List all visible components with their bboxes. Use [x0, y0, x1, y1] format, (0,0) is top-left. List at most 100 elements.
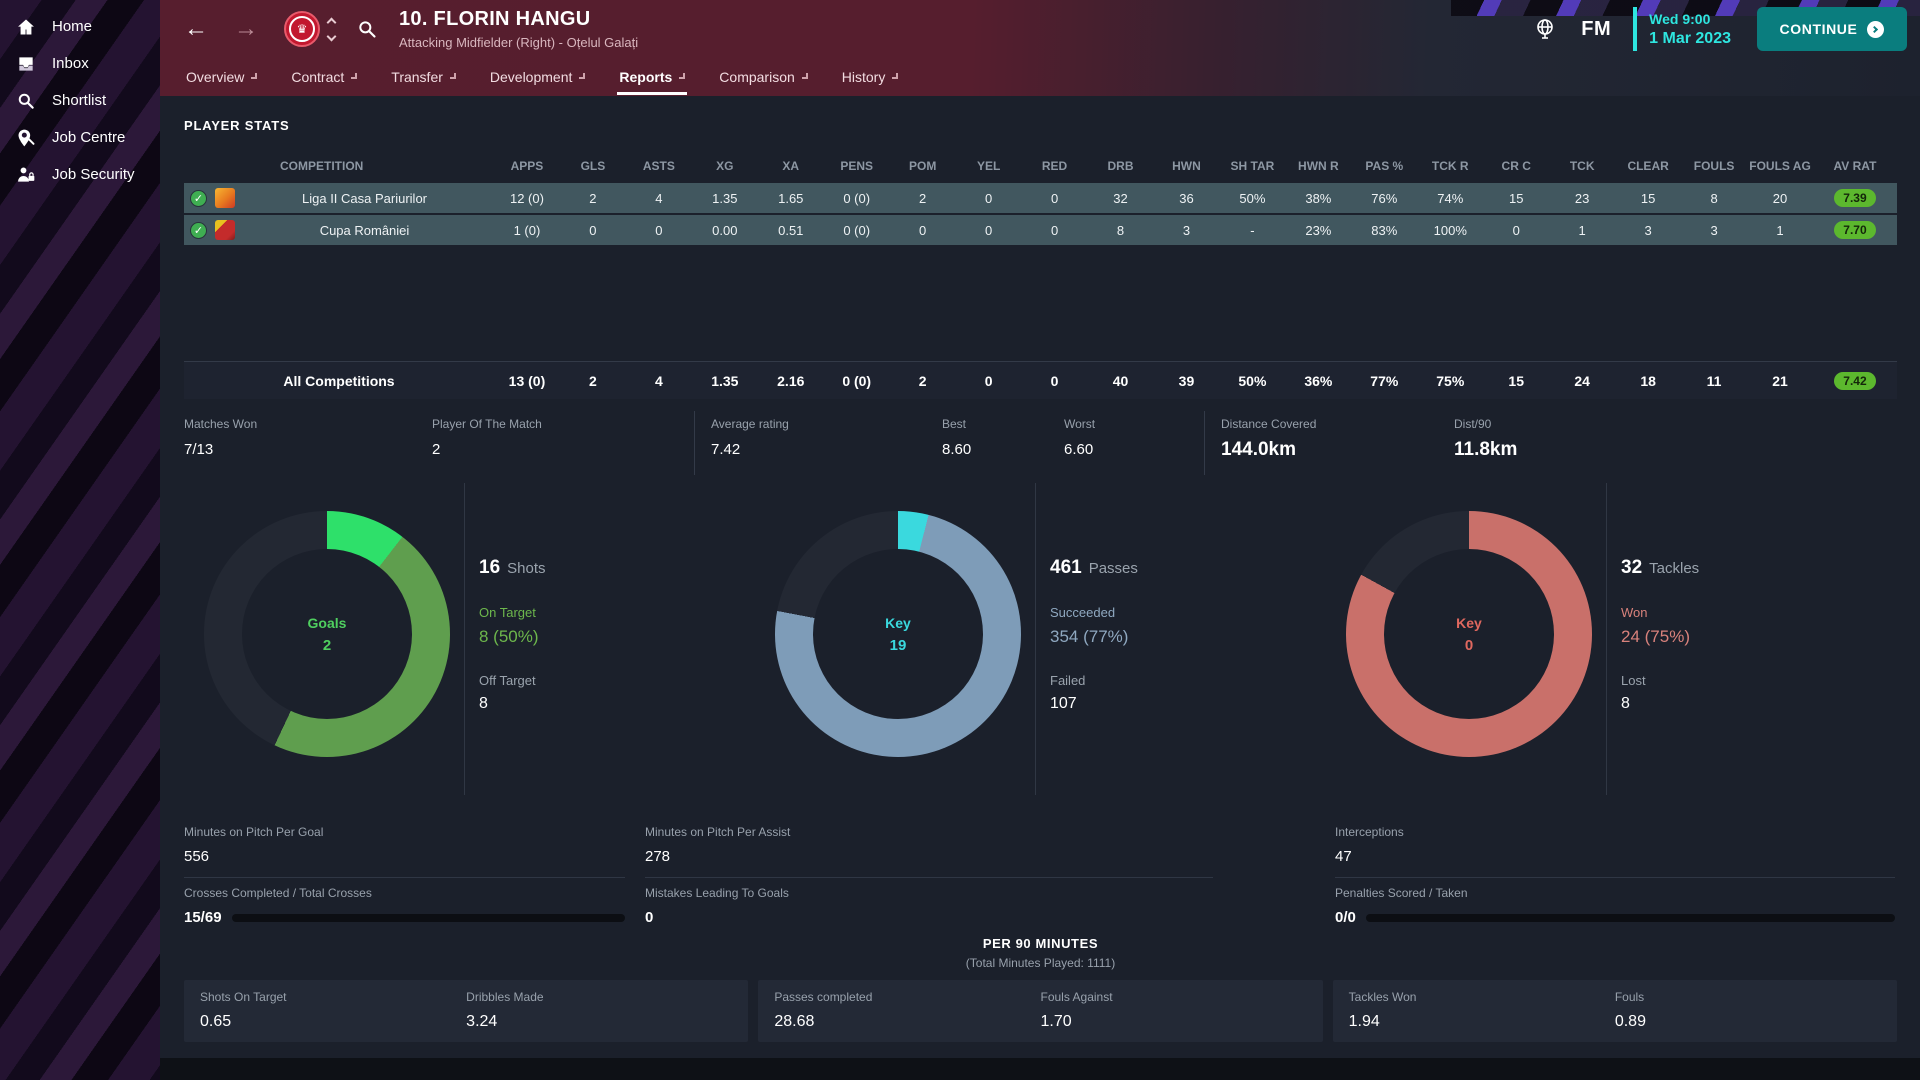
tab-bar: Overview Contract Transfer Development Repor… [160, 58, 1920, 96]
column-header-cr-c[interactable]: CR C [1483, 159, 1549, 173]
stat-cell: 0 [985, 190, 993, 206]
column-header-competition[interactable]: COMPETITION [184, 159, 494, 173]
bottom-band [160, 1058, 1920, 1080]
stat-sub2-value: 8 [479, 695, 488, 712]
stat-sub2-label: Lost [1621, 673, 1646, 688]
column-header-xa[interactable]: XA [758, 159, 824, 173]
rating-cell: 7.70 [1813, 221, 1897, 239]
stat-cell: 77% [1370, 372, 1399, 389]
table-header-row: COMPETITION APPS GLS ASTS XG XA PENS POM YEL RED D… [184, 149, 1897, 183]
column-header-av-rat[interactable]: AV RAT [1813, 159, 1897, 173]
rating-badge: 7.70 [1833, 221, 1876, 239]
stat-cell: 2 [918, 372, 927, 389]
stat-cell: 2.16 [777, 372, 805, 389]
per90-stat-dribbles-made: Dribbles Made 3.24 [466, 990, 544, 1030]
selected-check-icon[interactable]: ✓ [190, 189, 207, 207]
metric-crosses-completed-total-crosses: Crosses Completed / Total Crosses 15/69 [184, 878, 625, 926]
tab-development[interactable]: Development [488, 58, 588, 96]
continue-button[interactable]: CONTINUE [1757, 7, 1907, 51]
sidebar-item-inbox[interactable]: Inbox [0, 45, 160, 82]
sidebar-item-job-security[interactable]: Job Security [0, 156, 160, 193]
club-badge[interactable]: ♛ [284, 11, 320, 47]
forward-arrow-icon[interactable]: → [234, 17, 258, 41]
per90-stat-fouls: Fouls 0.89 [1614, 990, 1646, 1030]
all-competitions-row[interactable]: All Competitions 13 (0) 2 4 1.35 2.16 0 (0) 2 0 0… [184, 361, 1897, 399]
rating-cell: 7.39 [1813, 189, 1897, 207]
competition-row[interactable]: ✓ Cupa României 1 (0) 0 0 0.00 0.51 0 (0) 0 0 0 8 3 -… [184, 215, 1897, 245]
tab-label: History [841, 69, 886, 85]
tab-label: Comparison [719, 69, 795, 85]
stat-cell: 39 [1178, 372, 1195, 389]
stat-sub2-label: Failed [1050, 673, 1086, 688]
rating-badge: 7.42 [1833, 371, 1876, 390]
stat-cell: 0 [984, 372, 993, 389]
stat-cell: 24 [1574, 372, 1590, 389]
sidebar: Home Inbox Shortlist Job Centre Job Security [0, 0, 160, 1080]
app-root: Home Inbox Shortlist Job Centre Job Security… [0, 0, 1920, 1080]
stat-cell: 50% [1239, 190, 1266, 206]
summary-label: Best [942, 417, 967, 431]
sidebar-item-shortlist[interactable]: Shortlist [0, 82, 160, 119]
player-position-club: Attacking Midfielder (Right) - Oțelul Ga… [399, 35, 639, 50]
tab-comparison[interactable]: Comparison [717, 58, 809, 96]
column-header-gls[interactable]: GLS [560, 159, 626, 173]
per90-header: PER 90 MINUTES (Total Minutes Played: 11… [184, 936, 1897, 970]
tab-history[interactable]: History [840, 58, 901, 96]
summary-matches-won: Matches Won 7/13 [184, 411, 432, 475]
selected-check-icon[interactable]: ✓ [190, 221, 207, 239]
stat-total-value: 32 [1621, 557, 1643, 578]
stat-cell: 11 [1706, 372, 1722, 389]
tab-contract[interactable]: Contract [289, 58, 359, 96]
search-icon[interactable] [357, 19, 377, 39]
stat-cell: 74% [1437, 190, 1464, 206]
column-header-drb[interactable]: DRB [1088, 159, 1154, 173]
column-header-pas-[interactable]: PAS % [1351, 159, 1417, 173]
column-header-apps[interactable]: APPS [494, 159, 560, 173]
stat-cell: 0 (0) [843, 222, 871, 238]
summary-value: 6.60 [1064, 441, 1094, 458]
column-header-red[interactable]: RED [1022, 159, 1088, 173]
tab-reports[interactable]: Reports [617, 58, 688, 96]
column-header-pens[interactable]: PENS [824, 159, 890, 173]
stat-cell: 75% [1436, 372, 1465, 389]
stat-cell: 4 [655, 190, 663, 206]
column-header-clear[interactable]: CLEAR [1615, 159, 1681, 173]
sidebar-item-job-centre[interactable]: Job Centre [0, 119, 160, 156]
chevron-up-icon[interactable] [326, 17, 337, 27]
column-header-yel[interactable]: YEL [956, 159, 1022, 173]
season-summary-strip: Matches Won 7/13 Player Of The Match 2 Avera… [184, 411, 1897, 475]
column-header-hwn-r[interactable]: HWN R [1285, 159, 1351, 173]
column-header-asts[interactable]: ASTS [626, 159, 692, 173]
column-header-sh-tar[interactable]: SH TAR [1219, 159, 1285, 173]
key-passes-donut: Key 19 [775, 511, 1021, 757]
stat-cell: 23 [1574, 190, 1590, 206]
donut-charts-section: Goals 2 16 Shots On Target 8 (50%) Off Target 8… [184, 481, 1897, 799]
column-header-xg[interactable]: XG [692, 159, 758, 173]
stat-cell: 40 [1112, 372, 1129, 389]
game-clock: Wed 9:00 1 Mar 2023 [1649, 11, 1731, 48]
summary-value: 8.60 [942, 441, 972, 458]
summary-average-rating: Average rating 7.42 [694, 411, 942, 475]
competition-name: Cupa României [319, 222, 410, 238]
globe-icon[interactable] [1533, 17, 1557, 41]
rating-cell: 7.42 [1813, 371, 1897, 390]
per90-stat-tackles-won: Tackles Won 1.94 [1348, 990, 1417, 1030]
column-header-tck[interactable]: TCK [1549, 159, 1615, 173]
goals-shots-donut: Goals 2 [204, 511, 450, 757]
column-header-fouls[interactable]: FOULS [1681, 159, 1747, 173]
clock-accent-bar [1633, 7, 1638, 51]
tab-transfer[interactable]: Transfer [389, 58, 458, 96]
tab-overview[interactable]: Overview [184, 58, 259, 96]
vertical-divider [464, 483, 465, 795]
competition-row[interactable]: ✓ Liga II Casa Pariurilor 12 (0) 2 4 1.35 1.65… [184, 183, 1897, 213]
player-identity: 10. FLORIN HANGU Attacking Midfielder (R… [399, 8, 638, 50]
column-header-pom[interactable]: POM [890, 159, 956, 173]
chevron-down-icon[interactable] [326, 31, 337, 41]
back-arrow-icon[interactable]: ← [184, 17, 208, 41]
column-header-hwn[interactable]: HWN [1153, 159, 1219, 173]
column-header-tck-r[interactable]: TCK R [1417, 159, 1483, 173]
sidebar-item-home[interactable]: Home [0, 8, 160, 45]
column-header-fouls-ag[interactable]: FOULS AG [1747, 159, 1813, 173]
job-centre-icon [15, 127, 37, 149]
stat-cell: 8 [1710, 190, 1718, 206]
